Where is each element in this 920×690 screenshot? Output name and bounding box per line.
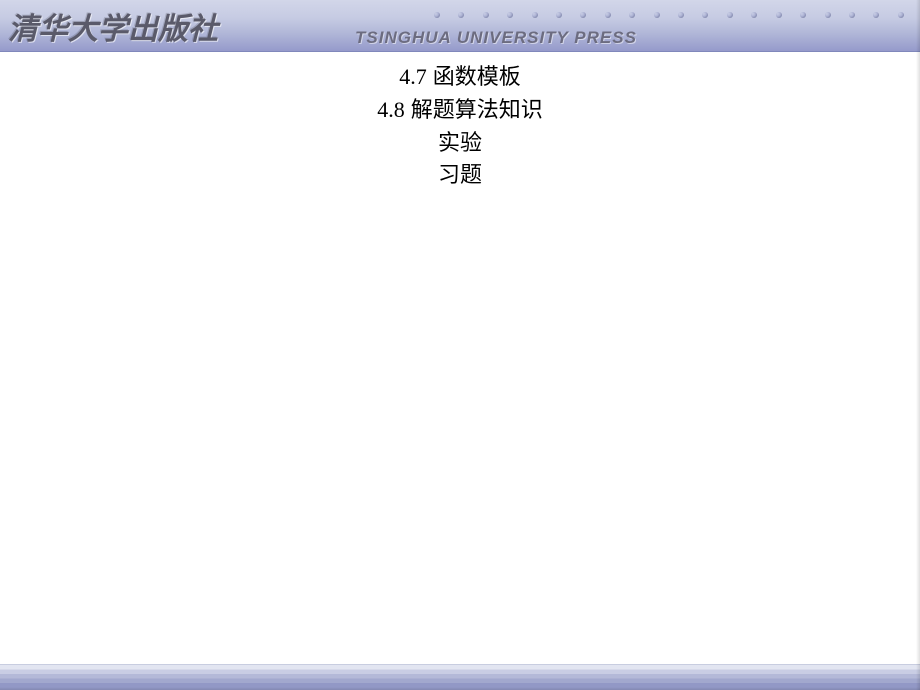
toc-entry: 4.8解题算法知识 (0, 95, 920, 126)
dot-icon (434, 12, 440, 18)
dot-icon (800, 12, 806, 18)
dot-icon (751, 12, 757, 18)
dot-icon (898, 12, 904, 18)
toc-title: 习题 (438, 162, 482, 187)
toc-entry: 4.7函数模板 (0, 62, 920, 93)
dot-icon (458, 12, 464, 18)
dot-icon (483, 12, 489, 18)
dot-icon (580, 12, 586, 18)
dot-icon (702, 12, 708, 18)
dot-icon (873, 12, 879, 18)
dot-icon (678, 12, 684, 18)
publisher-subtitle: TSINGHUA UNIVERSITY PRESS (355, 28, 637, 48)
slide-content: 4.7函数模板 4.8解题算法知识 实验 习题 (0, 62, 920, 191)
dot-icon (654, 12, 660, 18)
toc-title: 函数模板 (433, 64, 521, 89)
dot-icon (532, 12, 538, 18)
decorative-dots (434, 10, 904, 20)
dot-icon (629, 12, 635, 18)
dot-icon (727, 12, 733, 18)
toc-entry: 习题 (0, 160, 920, 191)
toc-title: 解题算法知识 (411, 97, 543, 122)
dot-icon (605, 12, 611, 18)
slide-header: 清华大学出版社 TSINGHUA UNIVERSITY PRESS (0, 0, 920, 52)
toc-number: 4.8 (377, 97, 405, 122)
dot-icon (556, 12, 562, 18)
toc-title: 实验 (438, 130, 482, 155)
dot-icon (776, 12, 782, 18)
dot-icon (825, 12, 831, 18)
dot-icon (849, 12, 855, 18)
toc-number: 4.7 (399, 64, 427, 89)
shadow-right (916, 0, 920, 690)
dot-icon (507, 12, 513, 18)
toc-entry: 实验 (0, 128, 920, 159)
publisher-logo: 清华大学出版社 (8, 4, 218, 48)
